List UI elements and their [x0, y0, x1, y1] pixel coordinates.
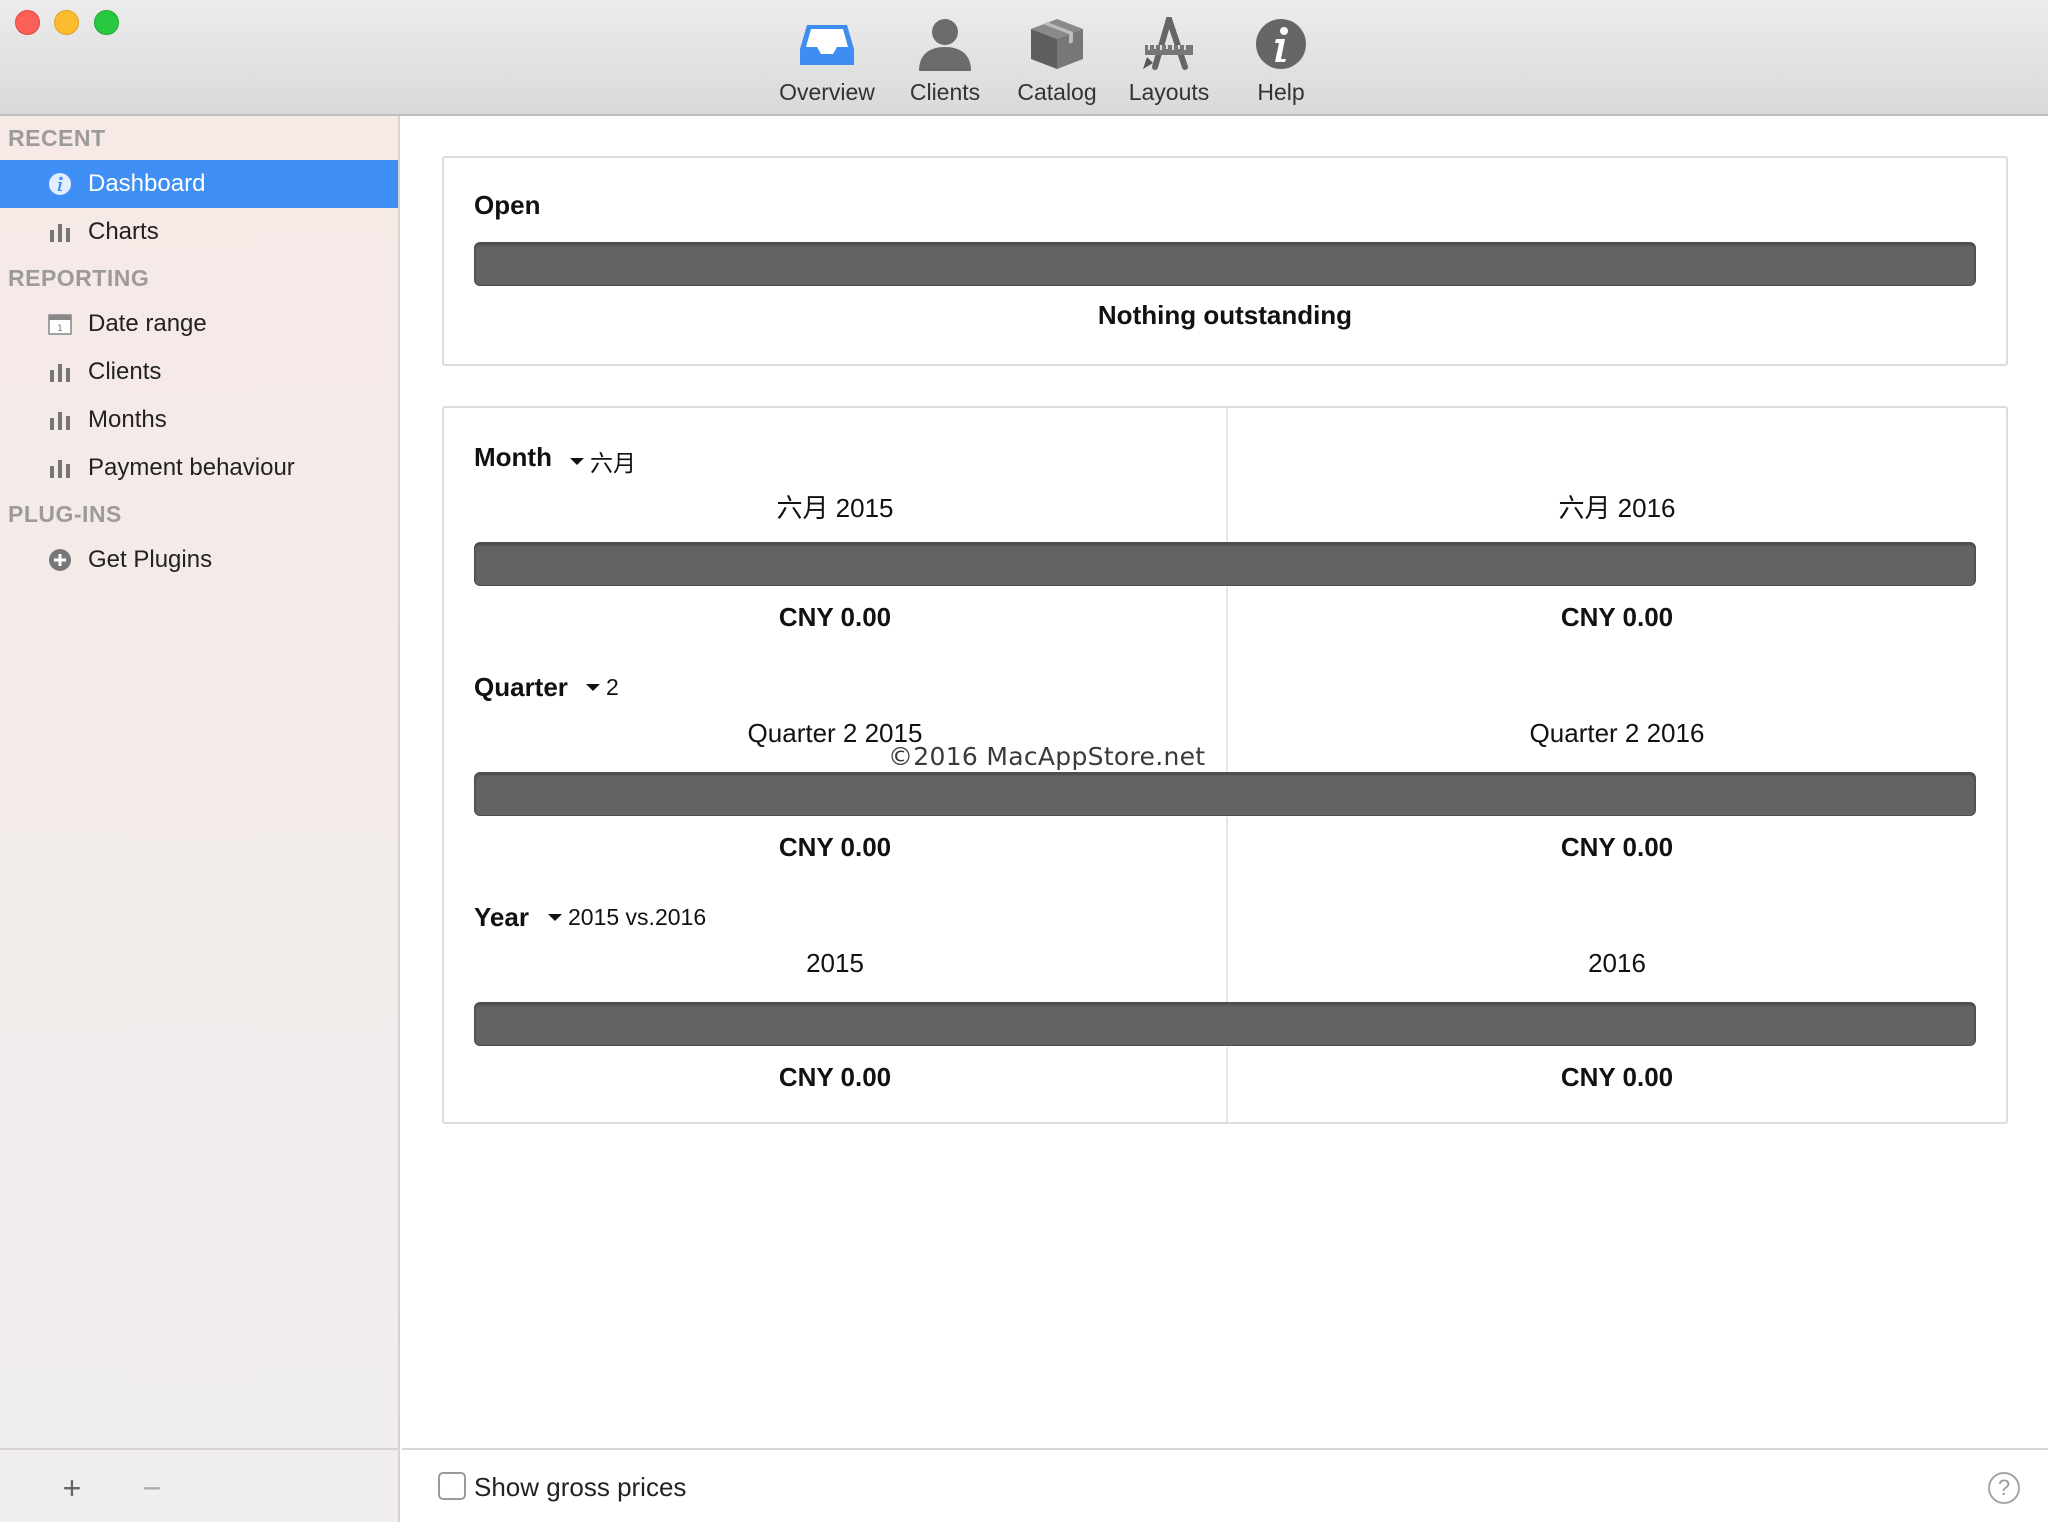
- month-left-amount: CNY 0.00: [778, 602, 892, 632]
- year-selector[interactable]: 2015 vs.2016: [548, 904, 706, 931]
- toolbar-label: Clients: [909, 79, 981, 105]
- bottom-bar: Show gross prices ?: [402, 1448, 2048, 1522]
- package-box-icon: [1027, 14, 1087, 74]
- year-left-amount: CNY 0.00: [778, 1062, 892, 1092]
- bar-chart-icon: [46, 454, 74, 482]
- sidebar-item-payment-behaviour[interactable]: Payment behaviour: [0, 444, 398, 492]
- year-right-label: 2016: [1588, 948, 1646, 978]
- bar-chart-icon: [46, 406, 74, 434]
- quarter-left-amount: CNY 0.00: [778, 832, 892, 862]
- add-button[interactable]: +: [52, 1468, 92, 1508]
- sidebar-item-label: Get Plugins: [88, 546, 213, 573]
- quarter-right-amount: CNY 0.00: [1560, 832, 1674, 862]
- month-comparison-bar: [474, 542, 1976, 586]
- month-right-label: 六月 2016: [1558, 493, 1676, 523]
- svg-text:1: 1: [57, 324, 63, 334]
- show-gross-prices-label[interactable]: Show gross prices: [474, 1472, 686, 1503]
- sidebar-footer: + −: [0, 1448, 398, 1522]
- toolbar-label: Layouts: [1128, 79, 1210, 105]
- minimize-window-button[interactable]: [54, 10, 79, 35]
- zoom-window-button[interactable]: [94, 10, 119, 35]
- inbox-tray-icon: [797, 14, 857, 74]
- month-selector[interactable]: 六月: [570, 444, 636, 478]
- chevron-down-icon: [570, 457, 584, 465]
- year-right-amount: CNY 0.00: [1560, 1062, 1674, 1092]
- open-status-text: Nothing outstanding: [1097, 300, 1353, 330]
- person-icon: [915, 14, 975, 74]
- sidebar-item-dashboard[interactable]: Dashboard: [0, 160, 398, 208]
- sidebar: RECENT Dashboard Charts REPORTING 1 Date…: [0, 116, 400, 1522]
- sidebar-item-label: Date range: [88, 310, 207, 337]
- toolbar-label: Help: [1257, 79, 1305, 105]
- help-question-button[interactable]: ?: [1988, 1472, 2020, 1504]
- sidebar-item-date-range[interactable]: 1 Date range: [0, 300, 398, 348]
- year-selector-value: 2015 vs.2016: [568, 904, 707, 930]
- sidebar-item-label: Clients: [88, 358, 162, 385]
- close-window-button[interactable]: [15, 10, 40, 35]
- toolbar-help-button[interactable]: Help: [1222, 14, 1340, 110]
- bar-chart-icon: [46, 218, 74, 246]
- sidebar-section-plugins: PLUG-INS: [8, 500, 122, 527]
- calendar-icon: 1: [46, 310, 74, 338]
- sidebar-item-charts[interactable]: Charts: [0, 208, 398, 256]
- sidebar-section-reporting: REPORTING: [8, 264, 150, 291]
- window-toolbar: Overview Clients Catalog Layouts Help: [0, 0, 2048, 116]
- sidebar-item-get-plugins[interactable]: Get Plugins: [0, 536, 398, 584]
- info-circle-icon: [1251, 14, 1311, 74]
- toolbar-label: Catalog: [1017, 79, 1097, 105]
- month-right-amount: CNY 0.00: [1560, 602, 1674, 632]
- drafting-tools-icon: [1139, 14, 1199, 74]
- toolbar-label: Overview: [779, 79, 875, 105]
- open-title: Open: [474, 190, 541, 220]
- bar-chart-icon: [46, 358, 74, 386]
- month-selector-value: 六月: [590, 450, 636, 476]
- year-comparison-bar: [474, 1002, 1976, 1046]
- sidebar-item-label: Months: [88, 406, 167, 433]
- dashboard-content: Open Nothing outstanding Month 六月 六月 201…: [402, 118, 2048, 1448]
- remove-button[interactable]: −: [132, 1468, 172, 1508]
- month-title: Month: [474, 442, 552, 472]
- quarter-right-label: Quarter 2 2016: [1529, 718, 1705, 748]
- sidebar-item-label: Charts: [88, 218, 159, 245]
- month-left-label: 六月 2015: [776, 493, 894, 523]
- open-progress-bar: [474, 242, 1976, 286]
- sidebar-item-clients[interactable]: Clients: [0, 348, 398, 396]
- chevron-down-icon: [548, 914, 562, 921]
- sidebar-item-months[interactable]: Months: [0, 396, 398, 444]
- periods-panel: Month 六月 六月 2015 六月 2016 CNY 0.00 CNY 0.…: [442, 406, 2008, 1124]
- sidebar-section-recent: RECENT: [8, 124, 106, 151]
- show-gross-prices-checkbox[interactable]: [438, 1472, 466, 1500]
- quarter-comparison-bar: [474, 772, 1976, 816]
- year-title: Year: [474, 902, 529, 932]
- watermark-text: ©2016 MacAppStore.net: [888, 742, 1206, 771]
- sidebar-item-label: Dashboard: [88, 170, 206, 197]
- toolbar-catalog-button[interactable]: Catalog: [998, 14, 1116, 110]
- open-panel: Open Nothing outstanding: [442, 156, 2008, 366]
- quarter-selector-value: 2: [606, 674, 619, 700]
- plus-circle-icon: [46, 546, 74, 574]
- toolbar-layouts-button[interactable]: Layouts: [1110, 14, 1228, 110]
- info-circle-icon: [46, 170, 74, 198]
- toolbar-clients-button[interactable]: Clients: [886, 14, 1004, 110]
- toolbar-overview-button[interactable]: Overview: [768, 14, 886, 110]
- chevron-down-icon: [586, 684, 600, 691]
- year-left-label: 2015: [806, 948, 864, 978]
- quarter-selector[interactable]: 2: [586, 674, 619, 701]
- sidebar-item-label: Payment behaviour: [88, 454, 295, 481]
- quarter-title: Quarter: [474, 672, 568, 702]
